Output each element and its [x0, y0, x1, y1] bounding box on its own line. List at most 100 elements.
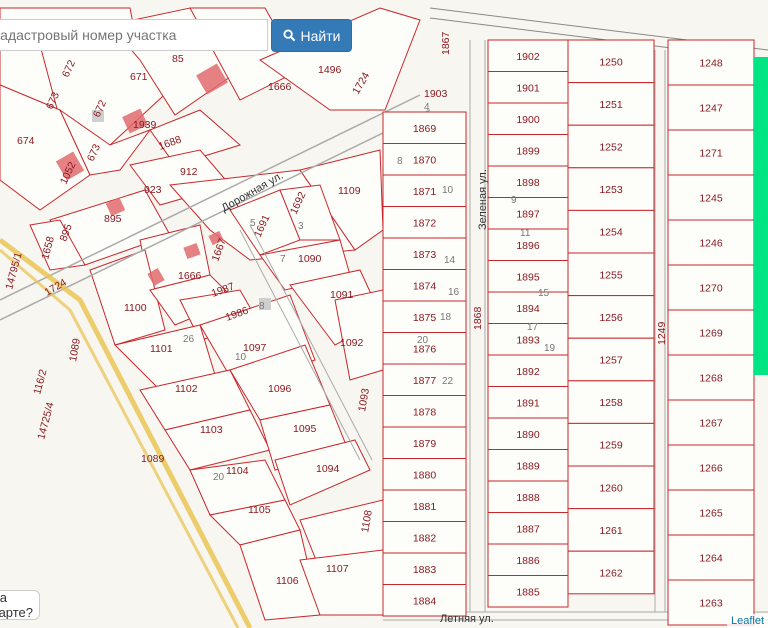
house-number: 10 — [235, 352, 247, 363]
parcel-1903: 1903 — [424, 88, 448, 100]
parcel-label: 1092 — [340, 337, 364, 349]
parcel-1254: 1254 — [599, 227, 623, 239]
parcel-1264: 1264 — [699, 553, 723, 565]
parcel-1256: 1256 — [599, 312, 623, 324]
house-number: 26 — [183, 334, 195, 345]
parcel-label: 1724 — [43, 276, 69, 298]
map-canvas[interactable]: 1869187018711872187318741875187618771878… — [0, 0, 768, 628]
parcel-1893: 1893 — [516, 334, 540, 346]
cadastral-map[interactable]: 1869 1870 1871 1872 1873 1874 1875 1876 1877 1878… — [0, 0, 768, 628]
parcel-label: 1090 — [298, 253, 322, 265]
house-number: 10 — [442, 185, 454, 196]
road-letnyaya: Летняя ул. — [440, 613, 494, 625]
house-number: 8 — [397, 156, 403, 167]
parcel-1269: 1269 — [699, 328, 723, 340]
search-input[interactable] — [0, 19, 268, 51]
parcel-1884: 1884 — [413, 595, 437, 607]
house-number: 9 — [511, 195, 517, 206]
parcel-label: 1100 — [124, 302, 147, 314]
house-number: 19 — [544, 343, 556, 354]
house-number: 8 — [259, 301, 265, 312]
parcel-label: 1666 — [178, 270, 202, 282]
parcel-1879: 1879 — [413, 438, 437, 450]
house-number: 11 — [520, 228, 531, 239]
parcel-1883: 1883 — [413, 564, 437, 576]
parcel-label: 671 — [130, 71, 148, 83]
parcel-1894: 1894 — [516, 303, 540, 315]
parcel-label: 912 — [180, 166, 198, 178]
parcel-label: 1105 — [248, 504, 271, 516]
parcel-1898: 1898 — [516, 177, 540, 189]
parcel-1895: 1895 — [516, 271, 540, 283]
parcel-1267: 1267 — [699, 418, 723, 430]
parcel-label: 674 — [17, 135, 35, 147]
parcel-1251: 1251 — [599, 99, 623, 111]
parcel-label: 1097 — [243, 342, 267, 354]
parcel-1271: 1271 — [699, 148, 723, 160]
parcel-1867: 1867 — [440, 31, 452, 55]
parcel-label: 1102 — [175, 383, 198, 395]
parcel-1889: 1889 — [516, 460, 540, 472]
parcel-1869: 1869 — [413, 123, 437, 135]
find-button[interactable]: Найти — [271, 19, 352, 52]
parcel-label: 116/2 — [31, 368, 49, 396]
parcel-1885: 1885 — [516, 586, 540, 598]
parcel-1257: 1257 — [599, 355, 623, 367]
parcel-label: 1089 — [141, 453, 165, 465]
attribution[interactable]: Leaflet — [726, 614, 768, 628]
attribution-link[interactable]: Leaflet — [731, 615, 764, 627]
parcel-label: 1106 — [276, 575, 299, 587]
parcel-1268: 1268 — [699, 373, 723, 385]
parcel-1873: 1873 — [413, 249, 437, 261]
parcel-1260: 1260 — [599, 482, 623, 494]
parcel-1248: 1248 — [699, 58, 723, 70]
parcel-1247: 1247 — [699, 103, 723, 115]
parcel-label: 895 — [104, 213, 122, 225]
parcel-1871: 1871 — [413, 186, 437, 198]
parcel-1258: 1258 — [599, 397, 623, 409]
parcel-1878: 1878 — [413, 406, 437, 418]
parcel-1868: 1868 — [472, 306, 484, 330]
house-number: 18 — [440, 312, 452, 323]
parcel-1252: 1252 — [599, 142, 623, 154]
parcel-1886: 1886 — [516, 555, 540, 567]
parcel-1875: 1875 — [413, 312, 437, 324]
parcel-label: 1089 — [67, 337, 83, 362]
parcel-1901: 1901 — [516, 82, 540, 94]
parcel-label: 1096 — [268, 383, 292, 395]
house-number: 20 — [417, 335, 429, 346]
parcel-label: 85 — [172, 53, 184, 65]
highlight-bar[interactable] — [754, 57, 768, 375]
help-text: на карте? — [0, 590, 34, 620]
parcel-label: 1496 — [318, 64, 342, 76]
house-number: 7 — [280, 254, 286, 265]
parcel-1900: 1900 — [516, 114, 540, 126]
house-number: 14 — [444, 255, 456, 266]
parcel-1890: 1890 — [516, 429, 540, 441]
parcel-1265: 1265 — [699, 508, 723, 520]
parcel-1249: 1249 — [656, 321, 668, 345]
parcel-1881: 1881 — [413, 501, 437, 513]
parcel-label: 1094 — [316, 463, 340, 475]
parcel-1262: 1262 — [599, 568, 623, 580]
parcel-1266: 1266 — [699, 463, 723, 475]
house-number: 15 — [538, 288, 550, 299]
parcel-1891: 1891 — [516, 397, 540, 409]
house-number: 17 — [527, 322, 539, 333]
parcel-1255: 1255 — [599, 269, 623, 281]
parcel-1872: 1872 — [413, 217, 437, 229]
parcel-label: 923 — [144, 184, 162, 196]
parcel-grid: 1869187018711872187318741875187618771878… — [382, 39, 755, 626]
parcel-1887: 1887 — [516, 523, 540, 535]
parcel-1250: 1250 — [599, 56, 623, 68]
parcel-label: 1104 — [226, 465, 249, 477]
parcel-1897: 1897 — [516, 208, 540, 220]
parcel-label: 1095 — [293, 423, 317, 435]
house-number: 20 — [213, 472, 225, 483]
help-popup[interactable]: на карте? — [0, 590, 40, 620]
parcel-1245: 1245 — [699, 193, 723, 205]
parcel-1877: 1877 — [413, 375, 437, 387]
parcel-1270: 1270 — [699, 283, 723, 295]
parcel-label: 14725/4 — [35, 401, 56, 441]
parcel-label: 1091 — [330, 289, 354, 301]
